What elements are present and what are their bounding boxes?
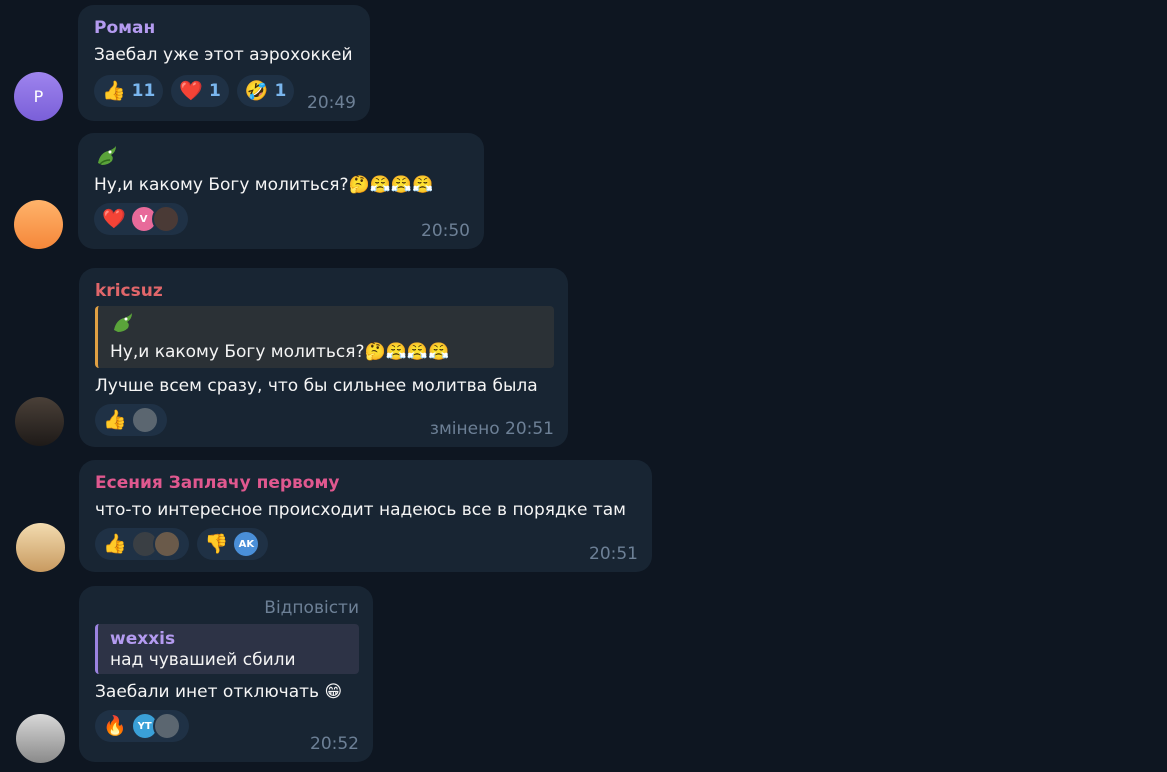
reaction-count: 11 — [131, 81, 156, 101]
reactor-avatar — [152, 712, 181, 740]
avatar[interactable]: Р — [14, 72, 63, 121]
avatar[interactable] — [15, 397, 64, 446]
heart-icon: ❤️ — [179, 80, 204, 102]
thumbs-down-icon: 👎 — [204, 533, 229, 555]
message-text: Лучше всем сразу, что бы сильнее молитва… — [95, 376, 538, 396]
reaction-count: 1 — [209, 81, 221, 101]
thumbs-up-icon: 👍 — [103, 409, 127, 431]
message-time: 20:52 — [310, 734, 359, 754]
reactor-avatar: AK — [232, 530, 261, 558]
reactor-avatar — [152, 530, 181, 558]
avatar[interactable] — [16, 714, 65, 763]
heart-icon: ❤️ — [102, 208, 126, 230]
message-bubble[interactable]: Есения Заплачу первому что-то интересное… — [79, 460, 652, 572]
reactor-avatar — [130, 406, 159, 434]
reply-quote[interactable]: wexxis над чувашией сбили — [95, 624, 359, 674]
sender-name[interactable]: kricsuz — [95, 280, 554, 302]
message-bubble[interactable]: Роман Заебал уже этот аэрохоккей 👍 11 ❤️… — [78, 5, 370, 121]
quote-sender: wexxis — [110, 629, 176, 649]
message-bubble[interactable]: kricsuz Ну,и какому Богу молиться?🤔😤😤😤 Л… — [79, 268, 568, 447]
message-time: змінено 20:51 — [429, 419, 554, 439]
reaction-thumbs-up[interactable]: 👍 11 — [94, 75, 164, 107]
message-time: 20:51 — [589, 544, 638, 564]
message-text: Ну,и какому Богу молиться?🤔😤😤😤 — [94, 175, 434, 195]
reaction-fire[interactable]: 🔥 YT — [95, 710, 189, 742]
reply-quote[interactable]: Ну,и какому Богу молиться?🤔😤😤😤 — [95, 306, 554, 368]
message-time: 20:49 — [307, 93, 356, 113]
sender-name[interactable]: Роман — [94, 17, 356, 39]
sender-name[interactable]: Есения Заплачу первому — [95, 472, 638, 494]
avatar[interactable] — [14, 200, 63, 249]
reactions: ❤️ V — [94, 203, 470, 235]
reactions: 👍 👎 AK — [95, 528, 638, 560]
thumbs-up-icon: 👍 — [102, 80, 126, 102]
reaction-count: 1 — [274, 81, 287, 101]
message-bubble[interactable]: Відповісти wexxis над чувашией сбили Зае… — [79, 586, 373, 762]
reaction-heart[interactable]: ❤️ 1 — [171, 75, 229, 107]
reply-button[interactable]: Відповісти — [95, 598, 359, 618]
reactor-avatar — [151, 205, 180, 233]
fire-icon: 🔥 — [103, 715, 127, 737]
reaction-thumbs-down[interactable]: 👎 AK — [196, 528, 269, 560]
message-time: 20:50 — [421, 221, 470, 241]
reaction-rofl[interactable]: 🤣 1 — [236, 75, 295, 107]
message-bubble[interactable]: Ну,и какому Богу молиться?🤔😤😤😤 ❤️ V 20:5… — [78, 133, 484, 249]
message-text: что-то интересное происходит надеюсь все… — [95, 500, 627, 520]
reaction-thumbs-up[interactable]: 👍 — [95, 528, 189, 560]
crocodile-sticker-icon — [98, 146, 116, 165]
thumbs-up-icon: 👍 — [103, 533, 127, 555]
avatar[interactable] — [16, 523, 65, 572]
reaction-heart[interactable]: ❤️ V — [94, 203, 188, 235]
reaction-thumbs-up[interactable]: 👍 — [95, 404, 167, 436]
quote-text: Ну,и какому Богу молиться?🤔😤😤😤 — [110, 342, 450, 362]
message-text: Заебали инет отключать 😁 — [95, 682, 343, 702]
rofl-icon: 🤣 — [244, 80, 269, 102]
message-text: Заебал уже этот аэрохоккей — [94, 45, 353, 65]
quote-text: над чувашией сбили — [110, 650, 296, 670]
crocodile-sticker-icon — [114, 313, 132, 332]
